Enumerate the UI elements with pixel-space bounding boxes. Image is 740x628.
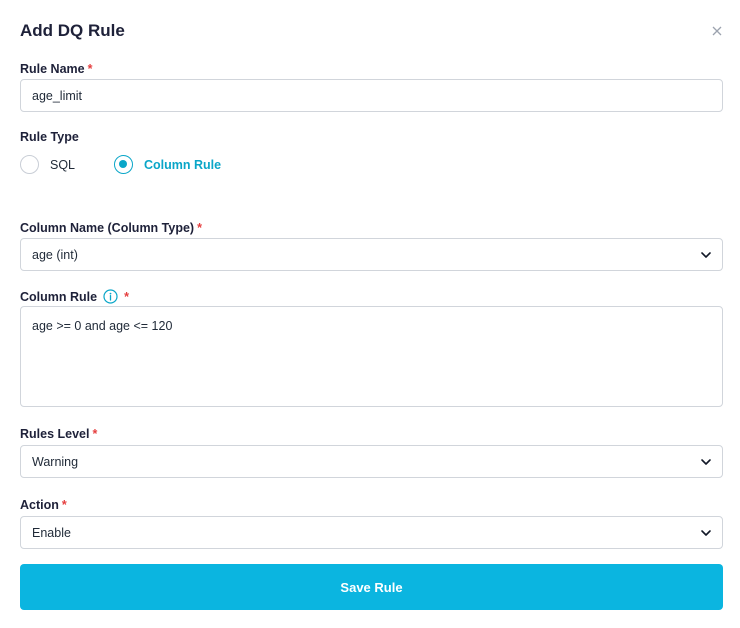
column-name-value: age (int) bbox=[32, 247, 78, 262]
required-marker: * bbox=[61, 498, 67, 512]
sql-radio-button[interactable] bbox=[20, 155, 39, 174]
column-name-label: Column Name (Column Type) * bbox=[20, 221, 202, 235]
radio-option-column-rule[interactable]: Column Rule bbox=[114, 155, 221, 174]
required-marker: * bbox=[87, 62, 93, 76]
add-dq-rule-modal: Add DQ Rule Rule Name * age_limit Rule Ty… bbox=[0, 0, 740, 628]
rule-type-label: Rule Type bbox=[20, 130, 79, 144]
save-rule-label: Save Rule bbox=[340, 579, 403, 595]
required-marker: * bbox=[197, 221, 202, 235]
required-marker: * bbox=[92, 427, 98, 441]
sql-radio-label: SQL bbox=[50, 157, 76, 172]
rules-level-label: Rules Level * bbox=[20, 427, 98, 441]
rule-name-value: age_limit bbox=[32, 88, 83, 103]
action-value: Enable bbox=[32, 525, 71, 540]
chevron-down-icon bbox=[701, 459, 711, 465]
chevron-down-icon bbox=[701, 530, 711, 536]
column-rule-textarea[interactable]: age >= 0 and age <= 120 bbox=[20, 306, 723, 407]
rule-name-label: Rule Name * bbox=[20, 62, 93, 76]
required-marker: * bbox=[124, 290, 129, 304]
column-rule-radio-label: Column Rule bbox=[144, 157, 222, 172]
rule-name-input[interactable]: age_limit bbox=[20, 79, 723, 112]
rules-level-select[interactable]: Warning bbox=[20, 445, 723, 478]
save-rule-button[interactable]: Save Rule bbox=[20, 564, 723, 610]
rules-level-value: Warning bbox=[32, 454, 79, 469]
chevron-down-icon bbox=[701, 252, 711, 258]
radio-option-sql[interactable]: SQL bbox=[20, 155, 75, 174]
close-icon[interactable] bbox=[708, 22, 726, 40]
action-label: Action * bbox=[20, 498, 67, 512]
column-rule-radio-button[interactable] bbox=[114, 155, 133, 174]
column-rule-value: age >= 0 and age <= 120 bbox=[32, 319, 173, 333]
info-icon[interactable] bbox=[103, 289, 118, 304]
modal-title: Add DQ Rule bbox=[20, 21, 125, 40]
column-rule-label: Column Rule * bbox=[20, 289, 129, 304]
action-select[interactable]: Enable bbox=[20, 516, 723, 549]
column-name-select[interactable]: age (int) bbox=[20, 238, 723, 271]
